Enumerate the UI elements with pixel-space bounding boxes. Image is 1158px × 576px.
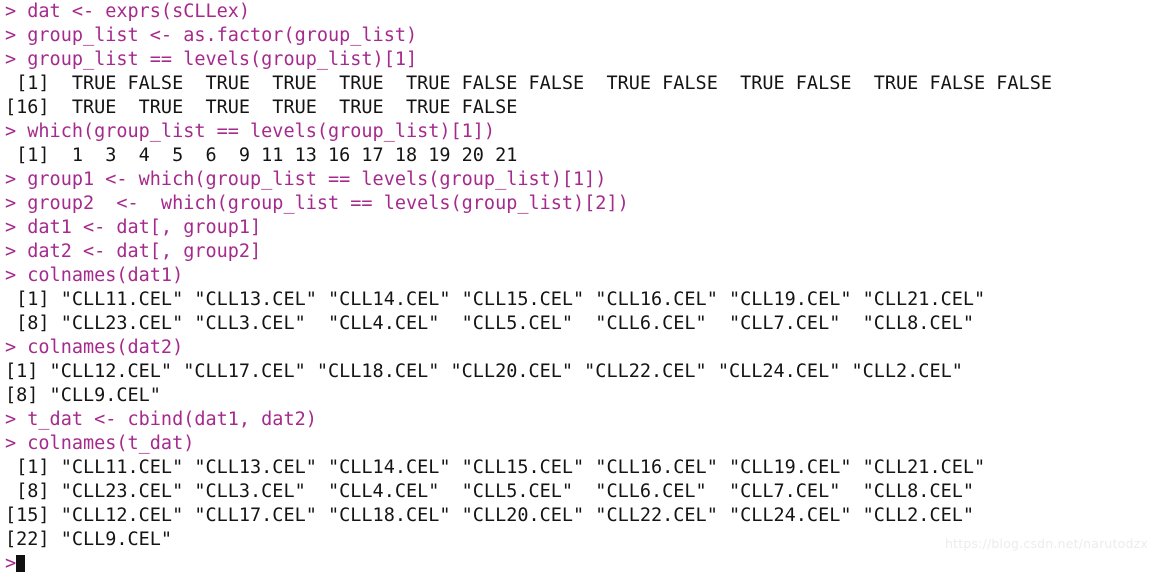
console-input-line[interactable]: >	[0, 552, 1158, 576]
console-output-line: [1] 1 3 4 5 6 9 11 13 16 17 18 19 20 21	[5, 145, 518, 166]
console-command-line: > group_list == levels(group_list)[1]	[5, 49, 418, 70]
console-output-line: [8] "CLL9.CEL"	[5, 385, 161, 406]
console-command-line: > colnames(t_dat)	[5, 433, 195, 454]
console-command-line: > colnames(dat2)	[5, 337, 184, 358]
text-cursor	[16, 555, 26, 572]
r-console[interactable]: > dat <- exprs(sCLLex) > group_list <- as…	[0, 0, 1158, 574]
console-output-line: [1] "CLL12.CEL" "CLL17.CEL" "CLL18.CEL" …	[5, 361, 963, 382]
console-output-line: [1] "CLL11.CEL" "CLL13.CEL" "CLL14.CEL" …	[5, 457, 986, 478]
console-command-line: > group1 <- which(group_list == levels(g…	[5, 169, 607, 190]
console-command-line: > dat <- exprs(sCLLex)	[5, 1, 251, 22]
console-output-line: [1] "CLL11.CEL" "CLL13.CEL" "CLL14.CEL" …	[5, 289, 986, 310]
watermark-text: https://blog.csdn.net/narutodzx	[945, 536, 1148, 551]
console-output-line: [16] TRUE TRUE TRUE TRUE TRUE TRUE FALSE	[5, 97, 518, 118]
console-command-line: > t_dat <- cbind(dat1, dat2)	[5, 409, 317, 430]
console-command-line: > colnames(dat1)	[5, 265, 184, 286]
console-command-line: > dat2 <- dat[, group2]	[5, 241, 262, 262]
console-output-line: [8] "CLL23.CEL" "CLL3.CEL" "CLL4.CEL" "C…	[5, 313, 975, 334]
console-output-line: [15] "CLL12.CEL" "CLL17.CEL" "CLL18.CEL"…	[5, 505, 975, 526]
console-output-line: [1] TRUE FALSE TRUE TRUE TRUE TRUE FALSE…	[5, 73, 1052, 94]
console-command-line: > group_list <- as.factor(group_list)	[5, 25, 418, 46]
console-output-line: [8] "CLL23.CEL" "CLL3.CEL" "CLL4.CEL" "C…	[5, 481, 975, 502]
console-output-area[interactable]: > dat <- exprs(sCLLex) > group_list <- as…	[0, 0, 1158, 552]
console-command-line: > dat1 <- dat[, group1]	[5, 217, 262, 238]
prompt-symbol: >	[5, 553, 17, 574]
console-command-line: > group2 <- which(group_list == levels(g…	[5, 193, 629, 214]
console-command-line: > which(group_list == levels(group_list)…	[5, 121, 496, 142]
